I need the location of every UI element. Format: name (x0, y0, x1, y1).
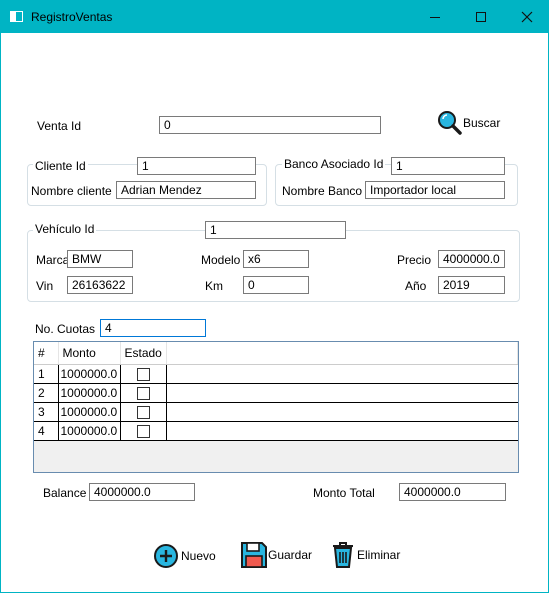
table-row[interactable]: 3 1000000.0 (34, 401, 518, 422)
row-monto[interactable]: 1000000.0 (57, 401, 121, 422)
app-icon (10, 11, 23, 22)
save-icon (241, 542, 267, 568)
anio-label: Año (405, 279, 427, 293)
close-icon (521, 11, 533, 23)
precio-input[interactable]: 4000000.0 (438, 250, 505, 268)
search-icon (438, 111, 462, 135)
trash-icon (333, 542, 353, 568)
row-filler (165, 401, 518, 422)
estado-checkbox[interactable] (136, 424, 150, 438)
vehiculo-id-input[interactable]: 1 (205, 221, 346, 239)
grid-header-num[interactable]: # (34, 342, 59, 365)
minimize-button[interactable] (412, 1, 458, 33)
nuevo-label: Nuevo (181, 549, 216, 563)
maximize-icon (476, 12, 486, 22)
row-monto[interactable]: 1000000.0 (57, 420, 121, 441)
marca-input[interactable]: BMW (67, 250, 133, 268)
vin-input[interactable]: 26163622 (67, 276, 133, 294)
monto-total-label: Monto Total (313, 486, 375, 500)
grid-header-row: # Monto Estado (34, 342, 518, 365)
row-estado[interactable] (119, 401, 167, 422)
nombre-cliente-input[interactable]: Adrian Mendez (116, 181, 256, 199)
grid-header-estado[interactable]: Estado (120, 342, 167, 365)
balance-input[interactable]: 4000000.0 (89, 483, 195, 501)
minimize-icon (430, 16, 440, 18)
eliminar-label: Eliminar (357, 548, 401, 562)
row-estado[interactable] (119, 363, 167, 384)
nombre-banco-label: Nombre Banco (282, 184, 363, 198)
row-estado[interactable] (119, 382, 167, 403)
nombre-banco-input[interactable]: Importador local (365, 181, 505, 199)
vehiculo-id-label: Vehículo Id (33, 222, 97, 236)
cliente-id-label: Cliente Id (33, 159, 88, 173)
venta-id-input[interactable]: 0 (159, 116, 381, 134)
window-title: RegistroVentas (31, 10, 113, 24)
row-filler (165, 382, 518, 403)
grid-header-filler (166, 342, 518, 365)
main-window: RegistroVentas Venta Id 0 Buscar Cliente… (0, 0, 549, 593)
cliente-id-input[interactable]: 1 (137, 157, 256, 175)
guardar-button[interactable]: Guardar (240, 541, 312, 569)
row-filler (165, 420, 518, 441)
grid-header-monto[interactable]: Monto (58, 342, 121, 365)
venta-id-label: Venta Id (37, 119, 82, 133)
row-monto[interactable]: 1000000.0 (57, 363, 121, 384)
anio-input[interactable]: 2019 (438, 276, 505, 294)
nombre-cliente-label: Nombre cliente (31, 184, 112, 198)
table-row[interactable]: 2 1000000.0 (34, 382, 518, 403)
table-row[interactable]: 4 1000000.0 (34, 420, 518, 441)
buscar-label: Buscar (463, 116, 501, 130)
balance-label: Balance (43, 486, 87, 500)
add-circle-icon (154, 544, 178, 568)
cuotas-input[interactable]: 4 (100, 319, 206, 337)
km-input[interactable]: 0 (243, 276, 309, 294)
row-num[interactable]: 4 (34, 420, 59, 441)
row-num[interactable]: 1 (34, 363, 59, 384)
title-bar[interactable]: RegistroVentas (1, 1, 548, 33)
row-num[interactable]: 3 (34, 401, 59, 422)
vin-label: Vin (36, 279, 54, 293)
row-filler (165, 363, 518, 384)
row-estado[interactable] (119, 420, 167, 441)
maximize-button[interactable] (458, 1, 504, 33)
estado-checkbox[interactable] (136, 367, 150, 381)
nuevo-button[interactable]: Nuevo (153, 542, 216, 570)
table-row[interactable]: 1 1000000.0 (34, 363, 518, 384)
guardar-label: Guardar (268, 548, 313, 562)
close-button[interactable] (504, 1, 549, 33)
km-label: Km (205, 279, 223, 293)
estado-checkbox[interactable] (136, 386, 150, 400)
modelo-input[interactable]: x6 (243, 250, 309, 268)
cuotas-label: No. Cuotas (35, 322, 96, 336)
cuotas-grid: # Monto Estado 1 1000000.0 2 1000000.0 3… (33, 341, 519, 473)
monto-total-input[interactable]: 4000000.0 (399, 483, 506, 501)
banco-id-input[interactable]: 1 (391, 157, 505, 175)
row-num[interactable]: 2 (34, 382, 59, 403)
marca-label: Marca (36, 253, 70, 267)
estado-checkbox[interactable] (136, 405, 150, 419)
precio-label: Precio (397, 253, 432, 267)
row-monto[interactable]: 1000000.0 (57, 382, 121, 403)
eliminar-button[interactable]: Eliminar (331, 541, 400, 569)
buscar-button[interactable]: Buscar (437, 110, 500, 136)
banco-id-label: Banco Asociado Id (282, 157, 386, 171)
cuotas-table: # Monto Estado 1 1000000.0 2 1000000.0 3… (34, 342, 518, 441)
modelo-label: Modelo (201, 253, 241, 267)
